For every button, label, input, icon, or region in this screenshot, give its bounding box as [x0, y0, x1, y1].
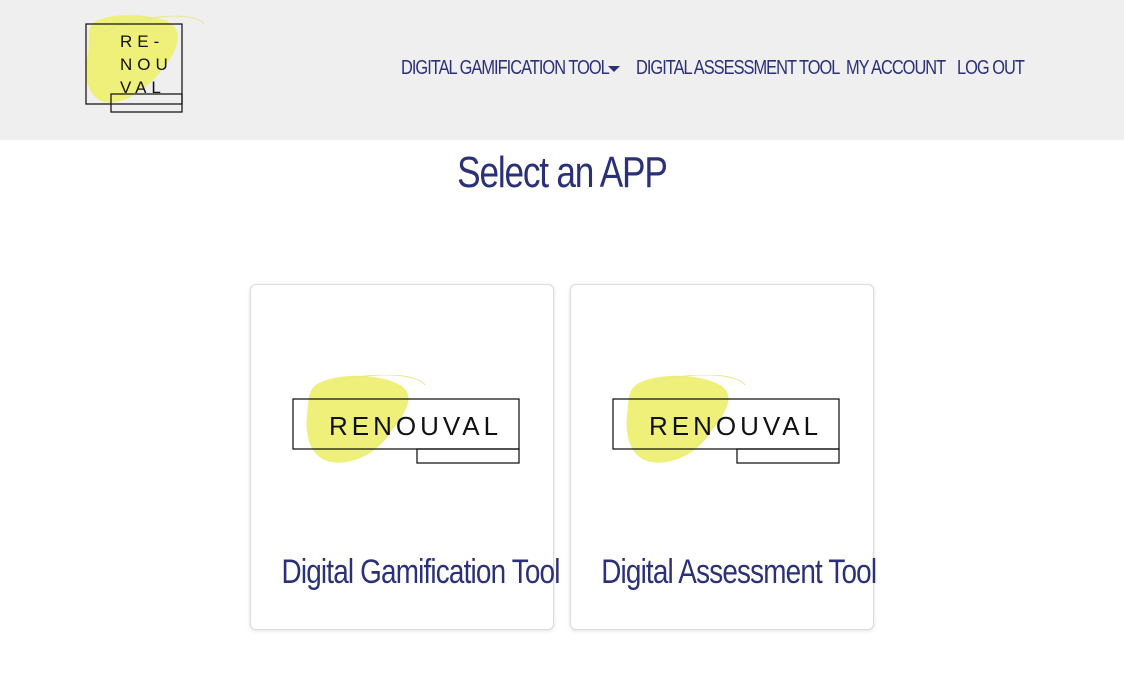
- app-card-title: Digital Assessment Tool: [601, 553, 877, 591]
- app-card-title: Digital Gamification Tool: [281, 553, 561, 591]
- brand-wordmark: RENOUVAL: [649, 411, 822, 441]
- app-card-gamification[interactable]: RENOUVAL Digital Gamification Tool: [250, 284, 561, 630]
- logo-line-1: RE-: [120, 32, 164, 51]
- brand-wordmark: RENOUVAL: [329, 411, 502, 441]
- renouval-brand-logo: RENOUVAL: [292, 375, 520, 464]
- chevron-down-icon[interactable]: [608, 66, 620, 72]
- page-title: Select an APP: [457, 148, 668, 197]
- logo-line-2: NOU: [120, 55, 173, 74]
- header: RE- NOU VAL DIGITAL GAMIFICATION TOOL DI…: [0, 0, 1124, 140]
- nav-digital-gamification-tool[interactable]: DIGITAL GAMIFICATION TOOL: [401, 54, 610, 82]
- logo-line-3: VAL: [120, 78, 166, 97]
- renouval-brand-logo: RENOUVAL: [612, 375, 840, 464]
- nav-digital-assessment-tool[interactable]: DIGITAL ASSESSMENT TOOL: [636, 54, 840, 82]
- renouval-logo[interactable]: RE- NOU VAL: [84, 14, 208, 116]
- app-card-assessment[interactable]: RENOUVAL Digital Assessment Tool: [570, 284, 877, 630]
- nav-my-account[interactable]: MY ACCOUNT: [846, 54, 946, 82]
- nav-log-out[interactable]: LOG OUT: [957, 54, 1025, 82]
